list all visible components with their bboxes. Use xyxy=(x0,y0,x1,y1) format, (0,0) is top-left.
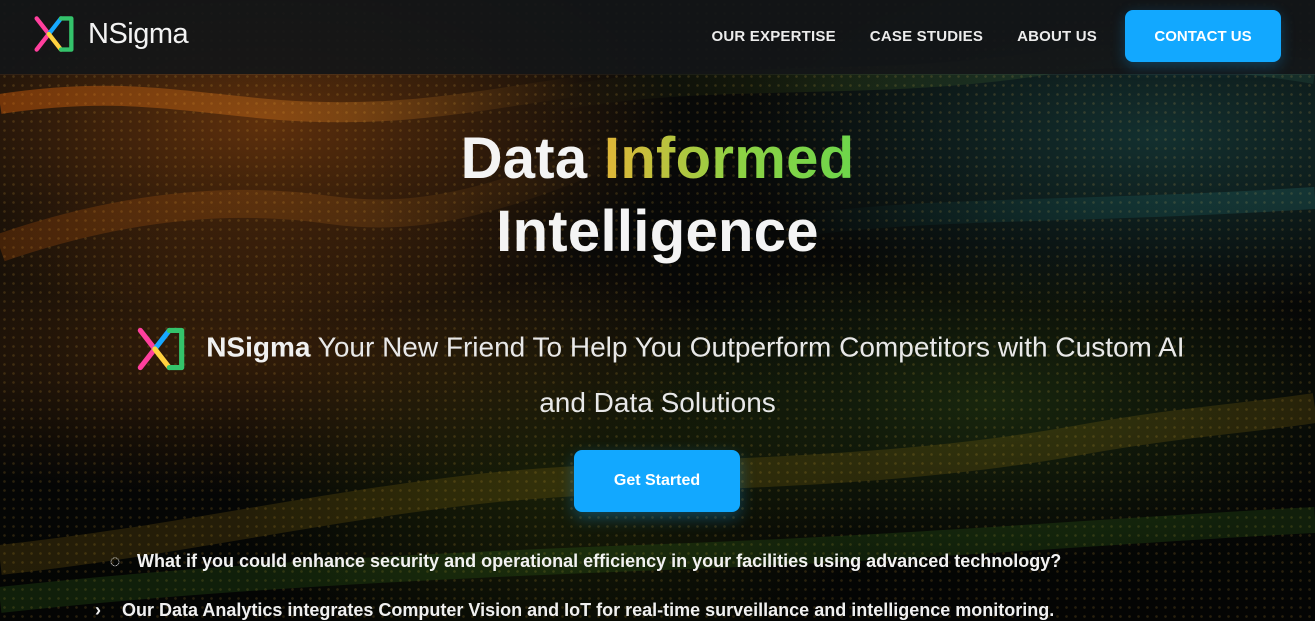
tagline-text-line-2: and Data Solutions xyxy=(539,387,776,418)
hero-question: ◌ What if you could enhance security and… xyxy=(104,547,1214,575)
brand-link[interactable]: NSigma xyxy=(28,8,189,60)
hero-title-line-2: Intelligence xyxy=(496,199,819,264)
hero-partial-text: › Our Data Analytics integrates Computer… xyxy=(95,598,1225,621)
hero-partial-text-content: Our Data Analytics integrates Computer V… xyxy=(122,600,1055,620)
question-icon: ◌ xyxy=(109,551,121,571)
primary-navigation: OUR EXPERTISE CASE STUDIES ABOUT US CONT… xyxy=(706,10,1281,62)
nsigma-logo-icon xyxy=(138,327,185,371)
arrow-right-icon: › xyxy=(95,600,101,620)
brand-name: NSigma xyxy=(88,17,189,50)
top-navbar: NSigma OUR EXPERTISE CASE STUDIES ABOUT … xyxy=(0,0,1315,74)
contact-us-button[interactable]: CONTACT US xyxy=(1125,10,1281,62)
hero-question-text: What if you could enhance security and o… xyxy=(137,551,1062,571)
nsigma-logo-icon xyxy=(34,16,74,52)
page-root: NSigma OUR EXPERTISE CASE STUDIES ABOUT … xyxy=(0,0,1315,621)
tagline-text-line-1: Your New Friend To Help You Outperform C… xyxy=(317,331,1185,363)
hero-tagline: NSigma Your New Friend To Help You Outpe… xyxy=(35,318,1280,425)
hero-title-line-1: Data Informed xyxy=(0,125,1315,192)
hero-title-prefix: Data xyxy=(460,126,588,191)
tagline-brand: NSigma xyxy=(206,331,311,363)
hero-tagline-line-1: NSigma Your New Friend To Help You Outpe… xyxy=(35,318,1280,380)
hero-title-highlight: Informed xyxy=(603,126,855,191)
background-dot-pattern xyxy=(0,0,1315,621)
nav-case-studies[interactable]: CASE STUDIES xyxy=(864,14,989,59)
nav-our-expertise[interactable]: OUR EXPERTISE xyxy=(706,14,842,59)
nav-about-us[interactable]: ABOUT US xyxy=(1011,14,1103,59)
get-started-button[interactable]: Get Started xyxy=(574,450,740,512)
